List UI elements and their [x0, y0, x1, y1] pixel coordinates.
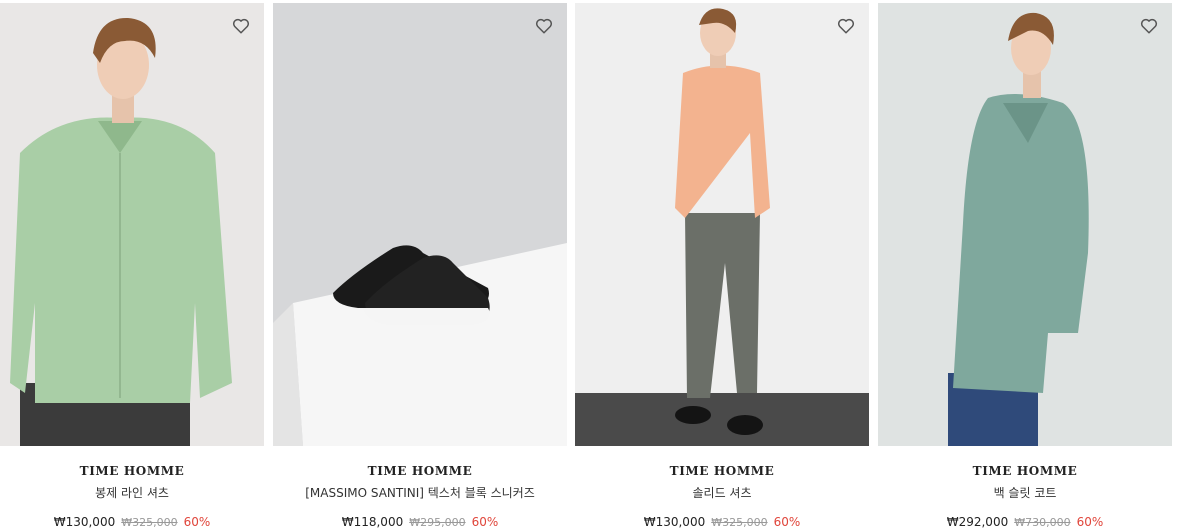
discount-rate: 60% — [1076, 515, 1104, 529]
product-name[interactable]: [MASSIMO SANTINI] 텍스처 블록 스니커즈 — [273, 484, 567, 501]
product-price: ₩130,000 ₩325,000 60% — [575, 515, 869, 529]
product-price: ₩292,000 ₩730,000 60% — [878, 515, 1172, 529]
product-image[interactable] — [0, 3, 264, 446]
product-brand[interactable]: TIME HOMME — [0, 464, 264, 478]
product-card[interactable]: TIME HOMME 백 슬릿 코트 ₩292,000 ₩730,000 60% — [878, 3, 1172, 529]
product-brand[interactable]: TIME HOMME — [878, 464, 1172, 478]
wishlist-heart-icon[interactable] — [1140, 17, 1158, 35]
wishlist-heart-icon[interactable] — [535, 17, 553, 35]
product-card[interactable]: TIME HOMME 봉제 라인 셔츠 ₩130,000 ₩325,000 60% — [0, 3, 264, 529]
original-price: ₩325,000 — [121, 516, 178, 529]
discount-rate: 60% — [773, 515, 801, 529]
product-name[interactable]: 봉제 라인 셔츠 — [0, 484, 264, 501]
product-price: ₩118,000 ₩295,000 60% — [273, 515, 567, 529]
discount-rate: 60% — [183, 515, 211, 529]
product-name[interactable]: 백 슬릿 코트 — [878, 484, 1172, 501]
product-price: ₩130,000 ₩325,000 60% — [0, 515, 264, 529]
product-photo-coat — [878, 3, 1172, 446]
product-image[interactable] — [273, 3, 567, 446]
sale-price: ₩130,000 — [53, 515, 116, 529]
product-card[interactable]: TIME HOMME 솔리드 셔츠 ₩130,000 ₩325,000 60% — [575, 3, 869, 529]
product-photo-shirt-green — [0, 3, 264, 446]
wishlist-heart-icon[interactable] — [232, 17, 250, 35]
product-brand[interactable]: TIME HOMME — [575, 464, 869, 478]
wishlist-heart-icon[interactable] — [837, 17, 855, 35]
product-photo-sneakers — [273, 3, 567, 446]
product-card[interactable]: TIME HOMME [MASSIMO SANTINI] 텍스처 블록 스니커즈… — [273, 3, 567, 529]
original-price: ₩730,000 — [1014, 516, 1071, 529]
discount-rate: 60% — [471, 515, 499, 529]
original-price: ₩295,000 — [409, 516, 466, 529]
sale-price: ₩118,000 — [341, 515, 404, 529]
product-image[interactable] — [878, 3, 1172, 446]
sale-price: ₩130,000 — [643, 515, 706, 529]
sale-price: ₩292,000 — [946, 515, 1009, 529]
product-brand[interactable]: TIME HOMME — [273, 464, 567, 478]
product-photo-shirt-peach — [575, 3, 869, 446]
original-price: ₩325,000 — [711, 516, 768, 529]
product-grid: TIME HOMME 봉제 라인 셔츠 ₩130,000 ₩325,000 60% … — [0, 0, 1178, 529]
product-image[interactable] — [575, 3, 869, 446]
product-name[interactable]: 솔리드 셔츠 — [575, 484, 869, 501]
